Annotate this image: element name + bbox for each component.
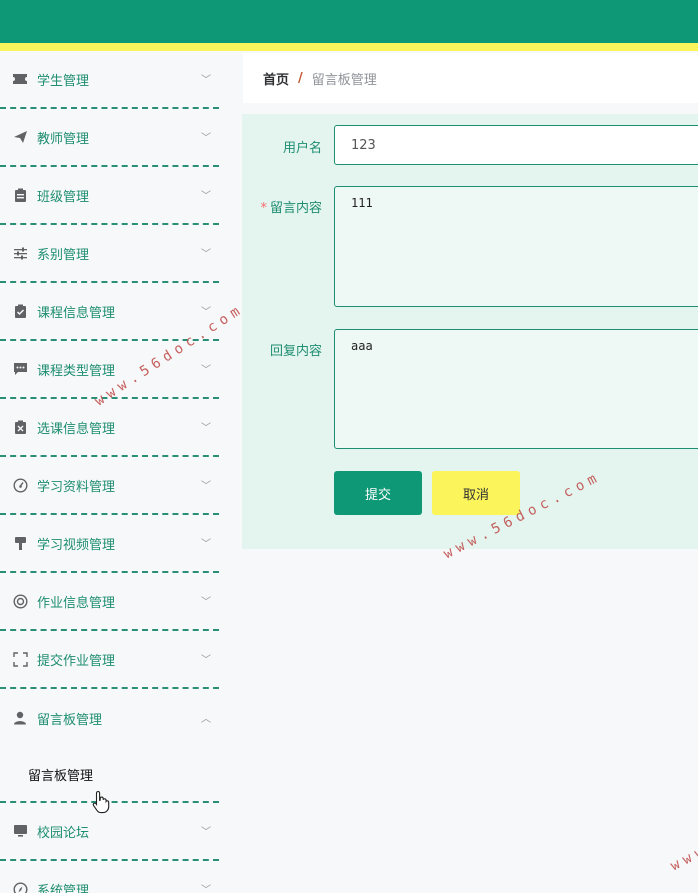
sidebar-item-label: 学生管理 — [37, 73, 90, 89]
chat-icon — [12, 361, 28, 377]
chevron-down-icon: ﹀ — [201, 422, 211, 434]
reply-content-label: 回复内容 — [269, 344, 322, 359]
brush-icon — [12, 535, 28, 551]
ticket-icon — [12, 71, 28, 87]
sidebar-item-label: 系别管理 — [37, 247, 90, 263]
submit-button[interactable]: 提交 — [334, 471, 422, 515]
sidebar-item-homework-submit[interactable]: 提交作业管理 ﹀ — [0, 631, 219, 689]
sidebar-item-label: 留言板管理 — [37, 712, 103, 728]
lifebuoy-icon — [12, 593, 28, 609]
sidebar-item-label: 选课信息管理 — [37, 421, 116, 437]
sidebar-item-label: 学习资料管理 — [37, 479, 116, 495]
sidebar-item-label: 系统管理 — [37, 883, 90, 893]
sidebar-item-label: 提交作业管理 — [37, 653, 116, 669]
sidebar-item-label: 教师管理 — [37, 131, 90, 147]
sidebar-item-message-board[interactable]: 留言板管理 ︿ — [0, 689, 219, 747]
checklist-icon — [12, 303, 28, 319]
required-mark: * — [260, 201, 267, 216]
hand-cursor-icon — [92, 790, 110, 814]
chevron-down-icon: ﹀ — [201, 480, 211, 492]
chevron-down-icon: ﹀ — [201, 364, 211, 376]
breadcrumb: 首页 / 留言板管理 — [243, 53, 698, 103]
sidebar-item-label: 课程类型管理 — [37, 363, 116, 379]
sidebar-item-course-info[interactable]: 课程信息管理 ﹀ — [0, 283, 219, 341]
gauge-icon — [12, 477, 28, 493]
compass-icon — [12, 881, 28, 893]
delete-doc-icon — [12, 419, 28, 435]
sidebar-item-department[interactable]: 系别管理 ﹀ — [0, 225, 219, 283]
watermark-text: www.56doc.com — [668, 780, 698, 875]
sidebar-item-homework-info[interactable]: 作业信息管理 ﹀ — [0, 573, 219, 631]
sidebar-menu: 学生管理 ﹀ 教师管理 ﹀ 班级管理 ﹀ 系别管理 ﹀ 课程信息管理 ﹀ 课程类… — [0, 51, 219, 893]
chevron-down-icon: ﹀ — [201, 826, 211, 838]
submenu-item-label: 留言板管理 — [28, 768, 94, 784]
sidebar-item-label: 校园论坛 — [37, 825, 90, 841]
send-icon — [12, 129, 28, 145]
chevron-down-icon: ﹀ — [201, 74, 211, 86]
sidebar-item-system[interactable]: 系统管理 ﹀ — [0, 861, 219, 893]
chevron-up-icon: ︿ — [201, 713, 211, 725]
breadcrumb-home-link[interactable]: 首页 — [263, 69, 289, 88]
chevron-down-icon: ﹀ — [201, 248, 211, 260]
message-content-label: * 留言内容 — [260, 201, 322, 216]
cancel-button[interactable]: 取消 — [432, 471, 520, 515]
chevron-down-icon: ﹀ — [201, 596, 211, 608]
sidebar-item-label: 学习视频管理 — [37, 537, 116, 553]
message-content-textarea[interactable]: 111 — [334, 186, 698, 307]
breadcrumb-current: 留言板管理 — [311, 72, 377, 88]
sidebar-item-study-video[interactable]: 学习视频管理 ﹀ — [0, 515, 219, 573]
chevron-down-icon: ﹀ — [201, 654, 211, 666]
sidebar-item-course-selection[interactable]: 选课信息管理 ﹀ — [0, 399, 219, 457]
username-input[interactable]: 123 — [334, 125, 698, 165]
sidebar-item-study-material[interactable]: 学习资料管理 ﹀ — [0, 457, 219, 515]
breadcrumb-separator: / — [298, 70, 303, 86]
sidebar-item-label: 课程信息管理 — [37, 305, 116, 321]
sidebar-item-label: 班级管理 — [37, 189, 90, 205]
chevron-down-icon: ﹀ — [201, 132, 211, 144]
header-accent-stripe — [0, 43, 698, 51]
sidebar-item-class[interactable]: 班级管理 ﹀ — [0, 167, 219, 225]
sliders-icon — [12, 245, 28, 261]
user-icon — [12, 710, 28, 726]
chevron-down-icon: ﹀ — [201, 884, 211, 893]
sidebar-item-teacher[interactable]: 教师管理 ﹀ — [0, 109, 219, 167]
sidebar-item-label: 作业信息管理 — [37, 595, 116, 611]
message-edit-form: 用户名 123 * 留言内容 111 回复内容 aaa 提交 取消 — [242, 114, 698, 549]
chevron-down-icon: ﹀ — [201, 190, 211, 202]
monitor-icon — [12, 823, 28, 839]
sidebar-item-course-type[interactable]: 课程类型管理 ﹀ — [0, 341, 219, 399]
top-header-bar — [0, 0, 698, 43]
chevron-down-icon: ﹀ — [201, 306, 211, 318]
fullscreen-icon — [12, 651, 28, 667]
reply-content-textarea[interactable]: aaa — [334, 329, 698, 449]
username-label: 用户名 — [282, 141, 322, 156]
sidebar-item-student[interactable]: 学生管理 ﹀ — [0, 51, 219, 109]
chevron-down-icon: ﹀ — [201, 538, 211, 550]
clipboard-icon — [12, 187, 28, 203]
